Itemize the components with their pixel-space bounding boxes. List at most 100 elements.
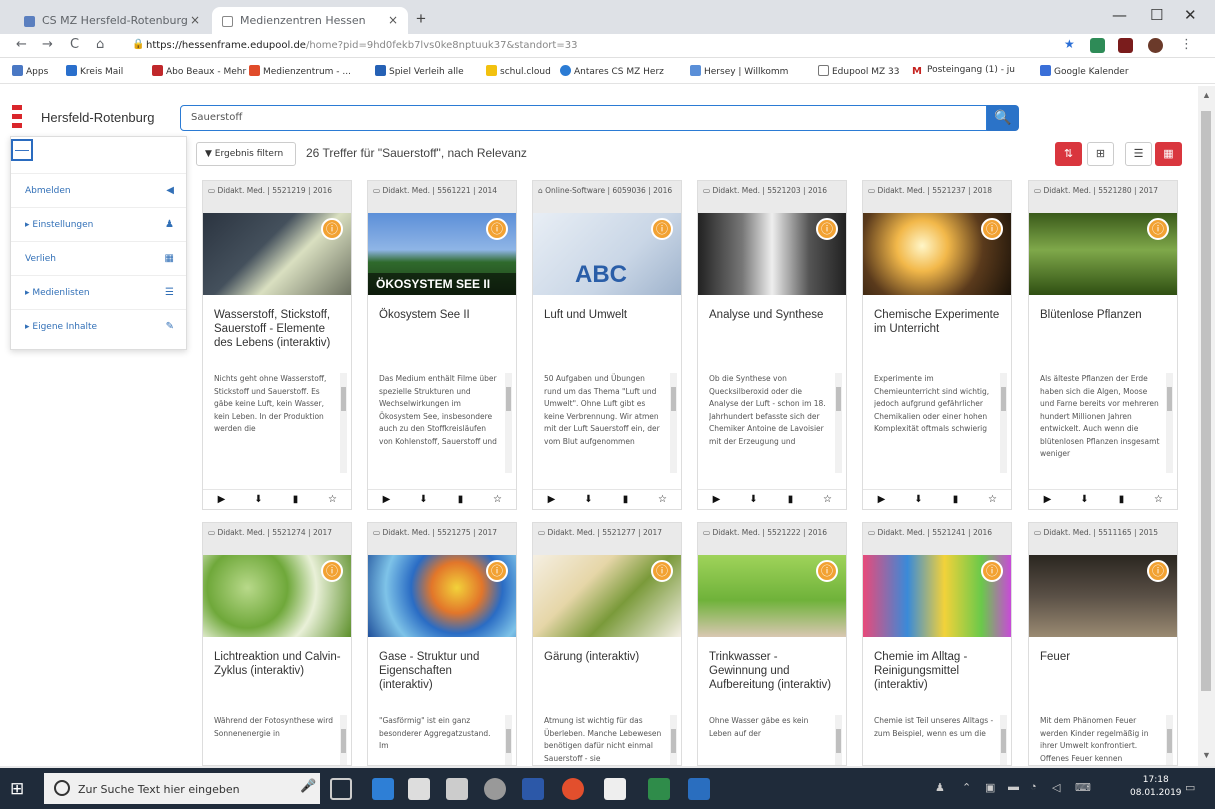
document-icon[interactable]: ▮ xyxy=(1103,494,1140,505)
card-thumbnail[interactable]: ⓘ xyxy=(863,213,1011,295)
language-icon[interactable]: ⌨ xyxy=(1075,781,1091,794)
hamburger-menu-icon[interactable] xyxy=(12,105,22,132)
card-thumbnail[interactable]: ÖKOSYSTEM SEE II ⓘ xyxy=(368,213,516,295)
result-card[interactable]: ▭ Didakt. Med. | 5521275 | 2017 ⓘ Gase - S… xyxy=(367,522,517,766)
document-icon[interactable]: ▮ xyxy=(442,494,479,505)
back-icon[interactable]: ← xyxy=(16,37,27,52)
close-window-icon[interactable]: ✕ xyxy=(1184,6,1197,24)
result-card[interactable]: ▭ Didakt. Med. | 5561221 | 2014 ÖKOSYSTEM… xyxy=(367,180,517,510)
description-scrollbar[interactable] xyxy=(1166,715,1173,765)
tab-close-icon[interactable]: × xyxy=(190,13,200,27)
result-card[interactable]: ▭ Didakt. Med. | 5521237 | 2018 ⓘ Chemisch… xyxy=(862,180,1012,510)
extension-sheets-icon[interactable] xyxy=(1090,38,1105,53)
address-bar[interactable]: 🔒 https://hessenframe.edupool.de/home?pi… xyxy=(128,36,1065,56)
download-icon[interactable]: ⬇ xyxy=(900,494,937,505)
people-icon[interactable]: ♟ xyxy=(935,781,945,794)
reload-icon[interactable]: C xyxy=(70,37,79,52)
result-card[interactable]: ▭ Didakt. Med. | 5521203 | 2016 ⓘ Analyse … xyxy=(697,180,847,510)
card-title[interactable]: Chemische Experimente im Unterricht xyxy=(863,295,1011,365)
result-card[interactable]: ⌂ Online-Software | 6059036 | 2016 ABC ⓘ Lu… xyxy=(532,180,682,510)
sidebar-item-einstellungen[interactable]: ▸ Einstellungen ♟ xyxy=(11,207,186,241)
favorite-star-icon[interactable]: ☆ xyxy=(314,494,351,505)
tab-medienzentren[interactable]: Medienzentren Hessen × xyxy=(212,7,408,34)
bookmark-hersey[interactable]: Hersey | Willkomm xyxy=(690,65,788,77)
play-icon[interactable]: ▶ xyxy=(368,494,405,505)
chrome-icon[interactable] xyxy=(562,778,584,800)
page-scrollbar[interactable]: ▲ ▼ xyxy=(1198,86,1215,766)
card-thumbnail[interactable]: ⓘ xyxy=(203,555,351,637)
result-card[interactable]: ▭ Didakt. Med. | 5521280 | 2017 ⓘ Blütenlo… xyxy=(1028,180,1178,510)
result-card[interactable]: ▭ Didakt. Med. | 5521219 | 2016 ⓘ Wasserst… xyxy=(202,180,352,510)
card-title[interactable]: Analyse und Synthese xyxy=(698,295,846,365)
card-thumbnail[interactable]: ⓘ xyxy=(698,213,846,295)
favorite-star-icon[interactable]: ☆ xyxy=(974,494,1011,505)
collapse-sidebar-button[interactable]: — xyxy=(11,139,33,161)
play-icon[interactable]: ▶ xyxy=(1029,494,1066,505)
view-list-button[interactable]: ☰ xyxy=(1125,142,1152,166)
notifications-icon[interactable]: ▭ xyxy=(1185,781,1195,794)
sidebar-item-verlieh[interactable]: Verlieh ▦ xyxy=(11,241,186,275)
scroll-down-icon[interactable]: ▼ xyxy=(1202,750,1211,760)
tab-close-icon[interactable]: × xyxy=(388,13,398,27)
bookmark-kreis-mail[interactable]: Kreis Mail xyxy=(66,65,123,77)
card-title[interactable]: Trinkwasser - Gewinnung und Aufbereitung… xyxy=(698,637,846,707)
download-icon[interactable]: ⬇ xyxy=(240,494,277,505)
sidebar-item-eigene-inhalte[interactable]: ▸ Eigene Inhalte ✎ xyxy=(11,309,186,343)
bookmark-spiel-verleih[interactable]: Spiel Verleih alle xyxy=(375,65,464,77)
maximize-icon[interactable]: ☐ xyxy=(1150,6,1163,24)
document-icon[interactable]: ▮ xyxy=(277,494,314,505)
search-input[interactable]: Sauerstoff xyxy=(180,105,987,131)
description-scrollbar[interactable] xyxy=(1000,373,1007,473)
description-scrollbar[interactable] xyxy=(340,715,347,765)
card-thumbnail[interactable]: ⓘ xyxy=(1029,213,1177,295)
tab-cs-mz[interactable]: CS MZ Hersfeld-Rotenburg × xyxy=(14,7,210,34)
description-scrollbar[interactable] xyxy=(835,373,842,473)
card-thumbnail[interactable]: ABC ⓘ xyxy=(533,213,681,295)
card-title[interactable]: Blütenlose Pflanzen xyxy=(1029,295,1177,365)
result-card[interactable]: ▭ Didakt. Med. | 5521277 | 2017 ⓘ Gärung (… xyxy=(532,522,682,766)
bookmark-apps[interactable]: Apps xyxy=(12,65,48,77)
new-tab-icon[interactable]: + xyxy=(416,9,426,29)
description-scrollbar[interactable] xyxy=(670,373,677,473)
card-thumbnail[interactable]: ⓘ xyxy=(863,555,1011,637)
browser-menu-icon[interactable]: ⋮ xyxy=(1180,37,1193,52)
favorite-star-icon[interactable]: ☆ xyxy=(644,494,681,505)
description-scrollbar[interactable] xyxy=(505,373,512,473)
sidebar-item-medienlisten[interactable]: ▸ Medienlisten ☰ xyxy=(11,275,186,309)
home-icon[interactable]: ⌂ xyxy=(96,37,104,52)
network-icon[interactable]: ▣ xyxy=(985,781,995,794)
profile-avatar[interactable] xyxy=(1148,38,1163,53)
bookmark-antares[interactable]: Antares CS MZ Herz xyxy=(560,65,664,77)
play-icon[interactable]: ▶ xyxy=(863,494,900,505)
play-icon[interactable]: ▶ xyxy=(698,494,735,505)
minimize-icon[interactable]: — xyxy=(1112,6,1127,24)
windows-start-icon[interactable]: ⊞ xyxy=(10,779,24,799)
document-icon[interactable]: ▮ xyxy=(937,494,974,505)
card-title[interactable]: Wasserstoff, Stickstoff, Sauerstoff - El… xyxy=(203,295,351,365)
photos-icon[interactable] xyxy=(446,778,468,800)
download-icon[interactable]: ⬇ xyxy=(405,494,442,505)
bookmark-star-icon[interactable]: ★ xyxy=(1064,37,1079,52)
result-card[interactable]: ▭ Didakt. Med. | 5511165 | 2015 ⓘ Feuer Mit… xyxy=(1028,522,1178,766)
favorite-star-icon[interactable]: ☆ xyxy=(809,494,846,505)
bookmark-edupool[interactable]: Edupool MZ 33 xyxy=(818,65,899,77)
card-thumbnail[interactable]: ⓘ xyxy=(1029,555,1177,637)
result-card[interactable]: ▭ Didakt. Med. | 5521241 | 2016 ⓘ Chemie i… xyxy=(862,522,1012,766)
teams-icon[interactable] xyxy=(522,778,544,800)
description-scrollbar[interactable] xyxy=(835,715,842,765)
search-button[interactable]: 🔍 xyxy=(987,105,1019,131)
description-scrollbar[interactable] xyxy=(1166,373,1173,473)
app-blue-icon[interactable] xyxy=(688,778,710,800)
bookmark-medienzentrum[interactable]: Medienzentrum - ... xyxy=(249,65,351,77)
card-title[interactable]: Ökosystem See II xyxy=(368,295,516,365)
description-scrollbar[interactable] xyxy=(1000,715,1007,765)
taskbar-clock[interactable]: 17:18 08.01.2019 xyxy=(1130,774,1182,800)
description-scrollbar[interactable] xyxy=(340,373,347,473)
bookmark-posteingang[interactable]: M Posteingang (1) - ju xyxy=(912,65,1015,77)
description-scrollbar[interactable] xyxy=(505,715,512,765)
card-title[interactable]: Gärung (interaktiv) xyxy=(533,637,681,707)
download-icon[interactable]: ⬇ xyxy=(735,494,772,505)
card-title[interactable]: Gase - Struktur und Eigenschaften (inter… xyxy=(368,637,516,707)
wifi-icon[interactable]: ◔ xyxy=(1030,781,1037,793)
card-title[interactable]: Lichtreaktion und Calvin-Zyklus (interak… xyxy=(203,637,351,707)
